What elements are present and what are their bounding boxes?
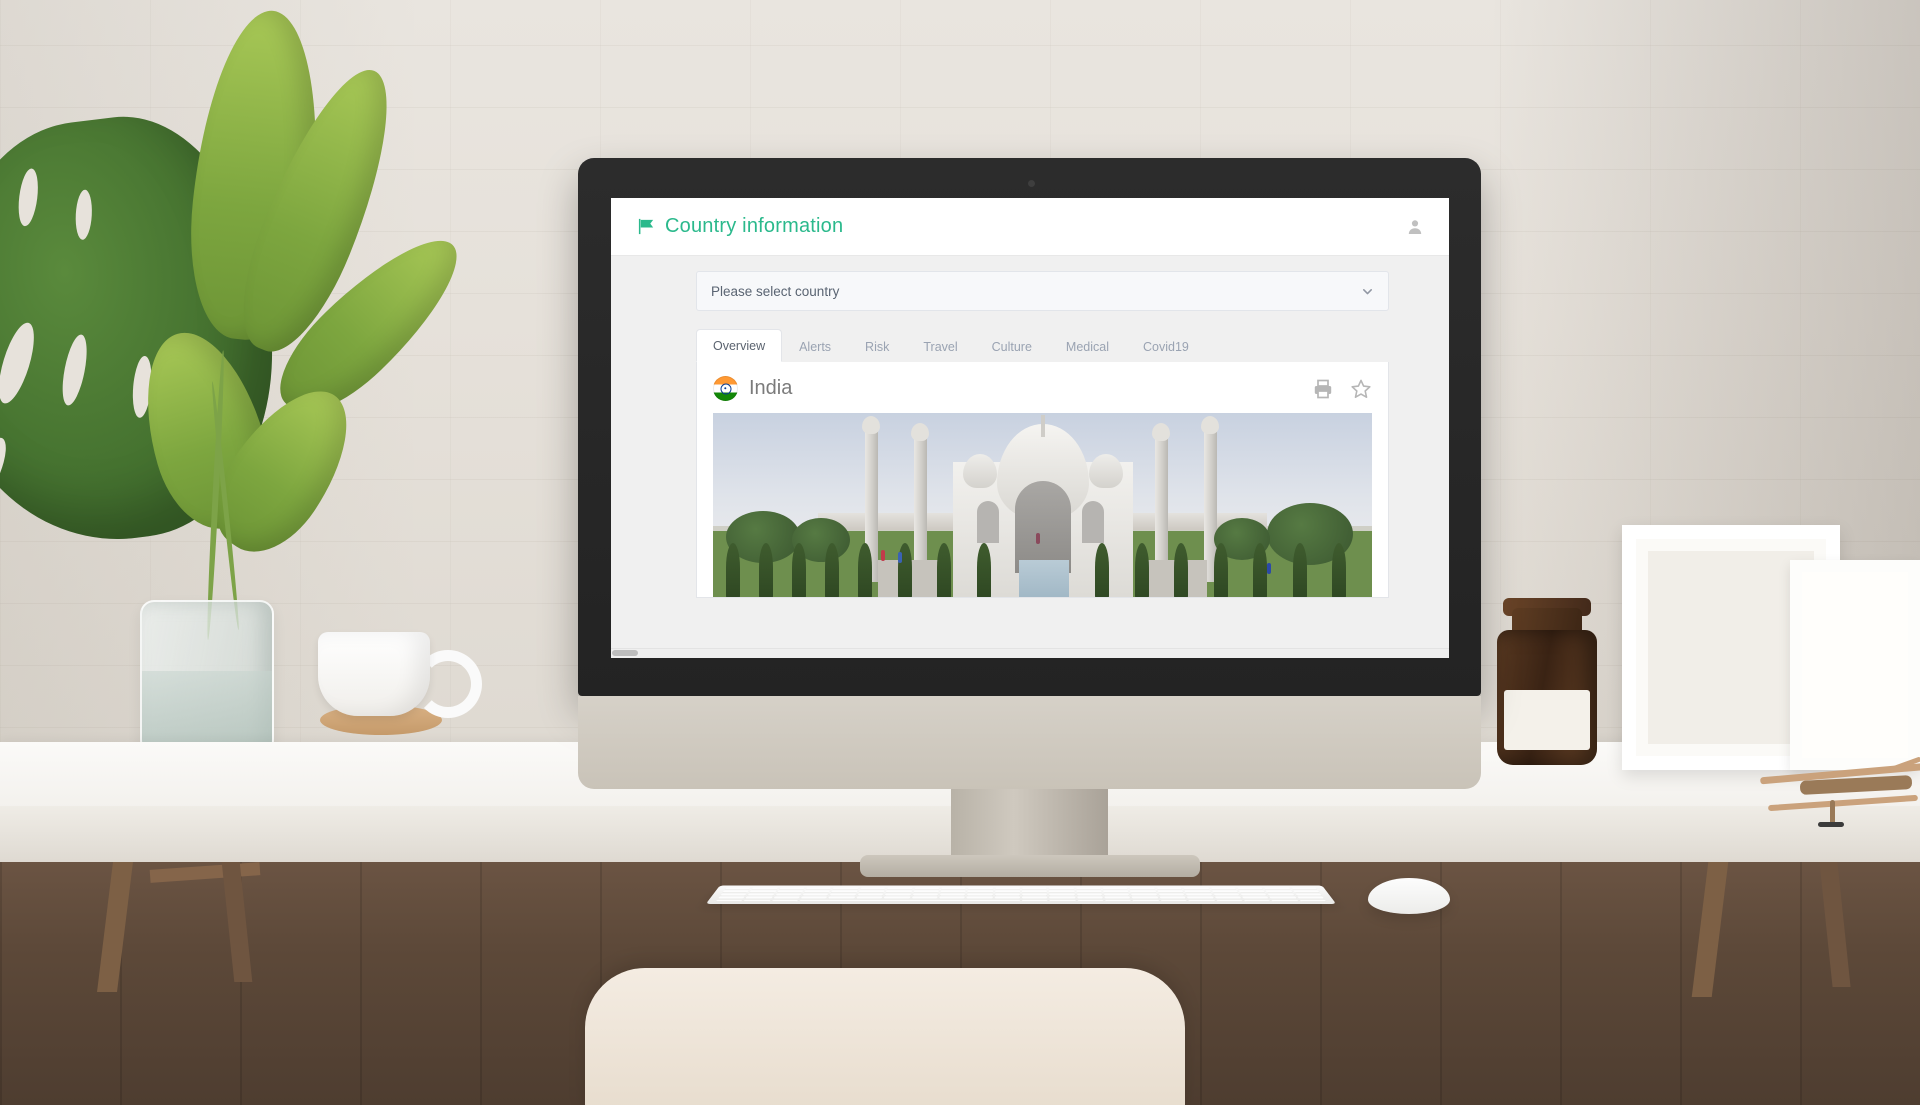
page-title: Country information — [665, 215, 844, 237]
cypress-tree — [1213, 543, 1228, 597]
cypress-tree — [857, 543, 872, 597]
monitor-stand-neck — [951, 789, 1108, 861]
cypress-tree — [1253, 543, 1268, 597]
app-header: Country information — [611, 198, 1449, 256]
taj-spire — [1040, 414, 1045, 437]
taj-side-arch — [1082, 501, 1105, 544]
minaret — [1154, 439, 1168, 572]
visitor — [881, 550, 886, 562]
small-dome — [963, 454, 998, 489]
taj-side-arch — [976, 501, 999, 544]
cypress-tree — [1332, 543, 1347, 597]
app-content-container: Please select country Overview Alerts Ri… — [696, 271, 1389, 598]
chevron-down-icon — [1361, 285, 1374, 298]
app-title-group: Country information — [637, 215, 843, 238]
flag-icon — [637, 217, 656, 236]
desk-scene: Country information Please select countr… — [0, 0, 1920, 1105]
tab-overview[interactable]: Overview — [696, 329, 783, 362]
cypress-tree — [937, 543, 952, 597]
tab-medical[interactable]: Medical — [1049, 330, 1126, 362]
panel-header: India — [713, 376, 1372, 401]
visitor — [897, 552, 902, 564]
jar-label — [1504, 690, 1590, 750]
app-body: Please select country Overview Alerts Ri… — [611, 256, 1449, 658]
reflecting-pool — [1019, 559, 1069, 597]
monitor-stand-foot — [860, 855, 1200, 877]
monitor-bezel: Country information Please select countr… — [578, 158, 1481, 696]
cypress-tree — [1292, 543, 1307, 597]
tab-risk[interactable]: Risk — [848, 330, 906, 362]
minaret — [913, 439, 927, 572]
country-name: India — [749, 377, 793, 399]
imac-computer: Country information Please select countr… — [578, 158, 1481, 877]
tab-covid19[interactable]: Covid19 — [1126, 330, 1206, 362]
cypress-tree — [976, 543, 991, 597]
overview-panel: India — [696, 362, 1389, 598]
country-hero-image — [713, 413, 1372, 597]
visitor — [1266, 563, 1271, 575]
cypress-tree — [792, 543, 807, 597]
cypress-tree — [759, 543, 774, 597]
chair — [585, 968, 1185, 1105]
small-dome — [1088, 454, 1123, 489]
tab-alerts[interactable]: Alerts — [782, 330, 848, 362]
panel-actions — [1312, 378, 1372, 400]
keyboard-keys — [715, 887, 1327, 902]
tab-bar: Overview Alerts Risk Travel Culture Medi… — [696, 329, 1389, 362]
screen-viewport: Country information Please select countr… — [611, 198, 1449, 658]
monitor-chin — [578, 696, 1481, 789]
cypress-tree — [1134, 543, 1149, 597]
keyboard[interactable] — [705, 885, 1337, 904]
india-flag-icon — [713, 376, 738, 401]
coffee-mug — [318, 632, 430, 716]
print-icon[interactable] — [1312, 378, 1334, 400]
webcam — [1028, 180, 1035, 187]
user-icon[interactable] — [1407, 219, 1423, 235]
cypress-tree — [1174, 543, 1189, 597]
country-heading: India — [713, 376, 792, 401]
cypress-tree — [1095, 543, 1110, 597]
country-select[interactable]: Please select country — [696, 271, 1389, 311]
tab-travel[interactable]: Travel — [906, 330, 974, 362]
picture-frame-small — [1790, 560, 1920, 770]
tab-culture[interactable]: Culture — [975, 330, 1049, 362]
mouse[interactable] — [1368, 878, 1450, 914]
country-select-value: Please select country — [711, 283, 840, 299]
cypress-tree — [825, 543, 840, 597]
cypress-tree — [726, 543, 741, 597]
star-outline-icon[interactable] — [1350, 378, 1372, 400]
visitor — [1035, 533, 1040, 545]
horizontal-scrollbar[interactable] — [611, 648, 1449, 658]
scrollbar-thumb[interactable] — [612, 650, 638, 656]
ashoka-chakra — [720, 383, 731, 394]
